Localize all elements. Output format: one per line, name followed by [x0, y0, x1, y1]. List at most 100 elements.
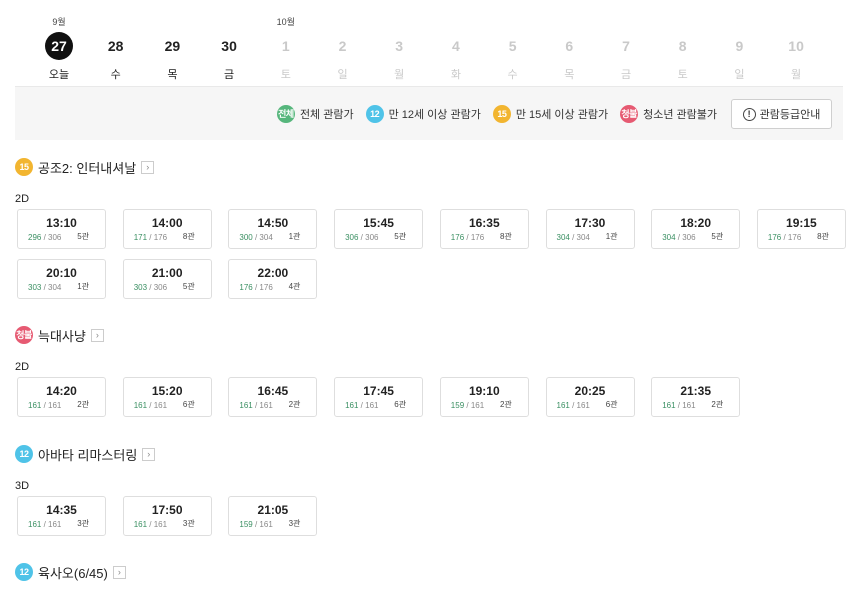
- remaining-seats: 300: [239, 233, 253, 242]
- total-seats: 161: [259, 401, 273, 410]
- showtime-button[interactable]: 20:10 303 / 304 1관: [17, 259, 106, 299]
- date-item: 8토: [655, 0, 711, 86]
- remaining-seats: 161: [133, 520, 148, 529]
- weekday-label: 오늘: [48, 69, 70, 81]
- showtime-button[interactable]: 21:00 303 / 306 5관: [122, 259, 212, 299]
- chevron-right-icon[interactable]: ›: [141, 160, 155, 174]
- showtime-button[interactable]: 16:45 161 / 161 2관: [228, 377, 318, 417]
- showtime-button[interactable]: 15:45 306 / 306 5관: [334, 209, 424, 249]
- showtime-button[interactable]: 18:20 304 / 306 5관: [651, 209, 741, 249]
- showtime-button[interactable]: 21:05 159 / 161 3관: [228, 496, 318, 536]
- hall-label: 1관: [605, 232, 618, 241]
- movie-title[interactable]: 아바타 리마스터링: [38, 445, 137, 464]
- remaining-seats: 303: [133, 283, 148, 292]
- total-seats: 306: [682, 233, 696, 242]
- date-item[interactable]: 30 금: [201, 0, 257, 86]
- weekday-label: 토: [677, 69, 688, 81]
- total-seats: 161: [576, 401, 590, 410]
- day-number: 27: [45, 32, 73, 60]
- movie-section: 12 육사오(6/45) ›: [15, 562, 845, 582]
- weekday-label: 토: [280, 69, 291, 81]
- showtime-button[interactable]: 14:00 171 / 176 8관: [122, 209, 212, 249]
- hall-label: 6관: [182, 400, 195, 409]
- weekday-label: 수: [507, 69, 518, 81]
- day-number: 8: [678, 38, 687, 54]
- seat-count: 176 / 176: [767, 233, 802, 242]
- seat-count: 304 / 304: [556, 233, 590, 242]
- showtime-button[interactable]: 17:50 161 / 161 3관: [122, 496, 212, 536]
- chevron-right-icon[interactable]: ›: [112, 565, 126, 579]
- date-item[interactable]: 9월 27 오늘: [31, 0, 87, 86]
- hall-label: 1관: [288, 232, 301, 241]
- total-seats: 161: [259, 520, 273, 529]
- showtime-button[interactable]: 19:10 159 / 161 2관: [439, 377, 529, 417]
- remaining-seats: 304: [662, 233, 676, 242]
- weekday-label: 목: [564, 69, 575, 81]
- hall-label: 5관: [77, 232, 89, 241]
- date-item[interactable]: 29 목: [144, 0, 200, 86]
- rating-guide-button[interactable]: ! 관람등급안내: [731, 99, 832, 129]
- day-number: 2: [338, 38, 347, 54]
- showtime-button[interactable]: 21:35 161 / 161 2관: [651, 377, 741, 417]
- date-item: 6목: [541, 0, 597, 86]
- showtime-button[interactable]: 22:00 176 / 176 4관: [228, 259, 318, 299]
- showtime-button[interactable]: 15:20 161 / 161 6관: [122, 377, 212, 417]
- seat-count: 176 / 176: [450, 233, 485, 242]
- showtime-time: 22:00: [257, 266, 289, 280]
- total-seats: 176: [470, 233, 485, 242]
- remaining-seats: 161: [28, 520, 42, 529]
- chevron-right-icon[interactable]: ›: [90, 328, 104, 342]
- date-item: 10월 1 토: [258, 0, 314, 86]
- weekday-label: 수: [110, 69, 121, 81]
- movie-section: 12 아바타 리마스터링 › 3D 14:35 161 / 161 3관 17:50 161 /…: [15, 444, 845, 536]
- hall-label: 8관: [182, 232, 195, 241]
- remaining-seats: 176: [239, 283, 253, 292]
- showtime-time: 21:00: [151, 266, 183, 280]
- seat-count: 159 / 161: [239, 520, 273, 529]
- weekday-label: 목: [167, 69, 178, 81]
- showtime-button[interactable]: 14:35 161 / 161 3관: [17, 496, 106, 536]
- rating-guide-label: 관람등급안내: [759, 109, 821, 121]
- date-item[interactable]: 28 수: [88, 0, 144, 86]
- showtime-button[interactable]: 17:45 161 / 161 6관: [334, 377, 424, 417]
- weekday-label: 월: [394, 69, 405, 81]
- movie-title[interactable]: 공조2: 인터내셔날: [38, 158, 136, 177]
- legend-item: 전체 전체 관람가: [276, 105, 354, 123]
- movie-title[interactable]: 늑대사냥: [38, 326, 86, 345]
- showtime-button[interactable]: 13:10 296 / 306 5관: [17, 209, 106, 249]
- showtime-button[interactable]: 20:25 161 / 161 6관: [545, 377, 635, 417]
- showtime-time: 16:35: [468, 216, 500, 230]
- month-label: 10월: [276, 17, 295, 27]
- hall-label: 6관: [605, 400, 618, 409]
- movie-header: 12 육사오(6/45) ›: [15, 562, 845, 582]
- remaining-seats: 161: [28, 401, 42, 410]
- total-seats: 161: [470, 401, 485, 410]
- total-seats: 161: [153, 520, 168, 529]
- chevron-right-icon[interactable]: ›: [142, 447, 156, 461]
- day-number: 30: [221, 38, 237, 54]
- seat-count: 159 / 161: [450, 401, 485, 410]
- showtime-button[interactable]: 16:35 176 / 176 8관: [439, 209, 529, 249]
- movie-section: 청불 늑대사냥 › 2D 14:20 161 / 161 2관 15:20 161 / 161 6…: [15, 325, 845, 417]
- hall-label: 2관: [711, 400, 724, 409]
- remaining-seats: 304: [556, 233, 570, 242]
- legend-label: 만 15세 이상 관람가: [515, 109, 609, 121]
- seat-count: 303 / 304: [28, 283, 62, 292]
- day-number: 28: [107, 38, 124, 54]
- remaining-seats: 161: [345, 401, 359, 410]
- remaining-seats: 159: [450, 401, 465, 410]
- showtime-time: 15:45: [363, 216, 394, 230]
- movie-title[interactable]: 육사오(6/45): [38, 563, 108, 582]
- screen-format: 3D: [15, 480, 30, 492]
- hall-label: 8관: [499, 232, 512, 241]
- remaining-seats: 296: [28, 233, 42, 242]
- screen-format: 2D: [15, 361, 30, 373]
- showtime-button[interactable]: 14:20 161 / 161 2관: [17, 377, 106, 417]
- showtime-button[interactable]: 17:30 304 / 304 1관: [545, 209, 635, 249]
- rating-legend: 전체 전체 관람가 12 만 12세 이상 관람가 15 만 15세 이상 관람가 청불 청소…: [265, 105, 717, 123]
- hall-label: 4관: [288, 282, 301, 291]
- day-number: 7: [622, 38, 630, 54]
- showtime-button[interactable]: 14:50 300 / 304 1관: [228, 209, 318, 249]
- showtime-button[interactable]: 19:15 176 / 176 8관: [756, 209, 846, 249]
- showtime-time: 16:45: [257, 384, 289, 398]
